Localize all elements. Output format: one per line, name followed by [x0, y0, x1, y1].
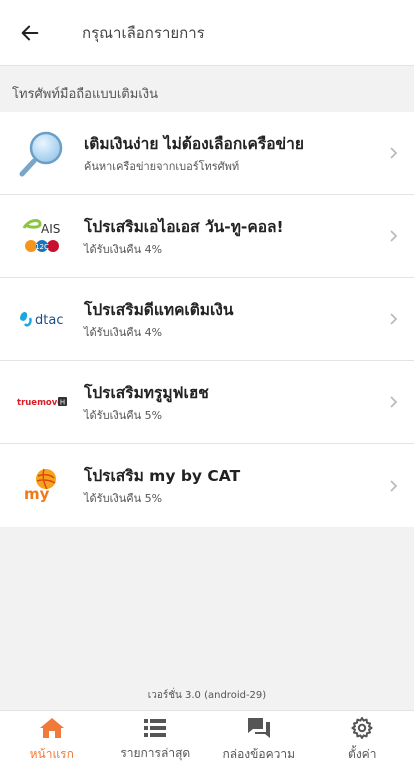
tab-settings[interactable]: ตั้งค่า	[311, 711, 414, 768]
tab-label: ตั้งค่า	[348, 746, 377, 761]
item-subtitle: ได้รับเงินคืน 5%	[84, 408, 163, 422]
gear-icon	[351, 716, 373, 739]
list-item-my-cat[interactable]: my โปรเสริม my by CAT ได้รับเงินคืน 5%	[0, 444, 414, 527]
item-title: โปรเสริมเอไอเอส วัน-ทู-คอล!	[84, 217, 284, 236]
tab-home[interactable]: หน้าแรก	[0, 711, 104, 768]
list-item-truemove[interactable]: truemove H โปรเสริมทรูมูฟเฮช ได้รับเงินค…	[0, 361, 414, 444]
ais-logo-subtext: 12C	[35, 243, 49, 251]
list-item-ais[interactable]: AIS 12C โปรเสริมเอไอเอส วัน-ทู-คอล! ได้ร…	[0, 195, 414, 278]
chevron-right-icon	[374, 479, 414, 493]
app-header: กรุณาเลือกรายการ	[0, 0, 414, 66]
tab-label: กล่องข้อความ	[222, 746, 295, 761]
ais-logo: AIS 12C	[0, 195, 84, 278]
page-title: กรุณาเลือกรายการ	[82, 23, 205, 42]
home-icon	[39, 717, 64, 738]
bottom-tab-bar: หน้าแรก รายการล่าสุด กล่องข้อความ ตั้งค่…	[0, 710, 414, 768]
truemove-logo: truemove H	[0, 361, 84, 444]
ais-logo-text: AIS	[41, 222, 60, 236]
chevron-right-icon	[374, 229, 414, 243]
tab-inbox[interactable]: กล่องข้อความ	[207, 711, 311, 768]
item-title: โปรเสริมดีแทคเติมเงิน	[84, 300, 234, 319]
back-button[interactable]	[0, 0, 60, 66]
my-cat-logo: my	[0, 444, 84, 527]
truemove-logo-badge: H	[60, 399, 65, 407]
inbox-icon	[247, 717, 270, 738]
my-cat-logo-text: my	[24, 485, 50, 503]
item-subtitle: ค้นหาเครือข่ายจากเบอร์โทรศัพท์	[84, 159, 240, 173]
tab-label: รายการล่าสุด	[120, 745, 191, 760]
chevron-right-icon	[374, 312, 414, 326]
chevron-right-icon	[374, 146, 414, 160]
arrow-left-icon	[21, 25, 39, 40]
operator-list: เติมเงินง่าย ไม่ต้องเลือกเครือข่าย ค้นหา…	[0, 112, 414, 527]
item-title: เติมเงินง่าย ไม่ต้องเลือกเครือข่าย	[84, 134, 304, 153]
list-icon	[144, 718, 167, 737]
magnifier-icon	[0, 112, 84, 195]
section-label: โทรศัพท์มือถือแบบเติมเงิน	[12, 87, 158, 102]
dtac-logo-text: dtac	[35, 313, 63, 328]
truemove-logo-text: truemove	[17, 398, 63, 408]
version-text: เวอร์ชั่น 3.0 (android-29)	[147, 690, 267, 701]
item-title: โปรเสริมทรูมูฟเฮช	[84, 383, 209, 402]
dtac-logo: dtac	[0, 278, 84, 361]
item-subtitle: ได้รับเงินคืน 5%	[84, 492, 163, 505]
chevron-right-icon	[374, 395, 414, 409]
item-title: โปรเสริม my by CAT	[84, 467, 241, 485]
list-item-easy-topup[interactable]: เติมเงินง่าย ไม่ต้องเลือกเครือข่าย ค้นหา…	[0, 112, 414, 195]
item-subtitle: ได้รับเงินคืน 4%	[84, 242, 163, 256]
tab-label: หน้าแรก	[29, 746, 74, 761]
tab-recent[interactable]: รายการล่าสุด	[104, 711, 208, 768]
item-subtitle: ได้รับเงินคืน 4%	[84, 325, 163, 339]
list-item-dtac[interactable]: dtac โปรเสริมดีแทคเติมเงิน ได้รับเงินคืน…	[0, 278, 414, 361]
